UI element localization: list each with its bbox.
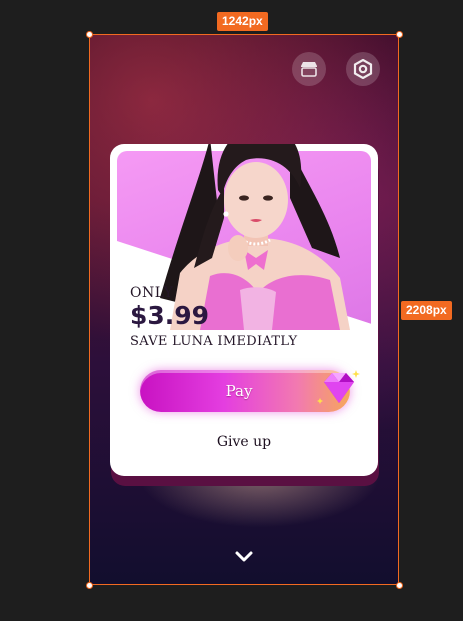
resize-handle-top-left[interactable] <box>86 31 93 38</box>
settings-button[interactable] <box>346 52 380 86</box>
price-label: $3.99 <box>130 301 210 330</box>
pay-button-label: Pay <box>225 382 253 400</box>
only-label: ONLY <box>130 285 174 301</box>
offer-description: SAVE LUNA IMEDIATLY <box>130 334 298 349</box>
settings-icon <box>353 59 373 79</box>
resize-handle-bottom-left[interactable] <box>86 582 93 589</box>
shop-button[interactable] <box>292 52 326 86</box>
shop-icon <box>301 62 317 77</box>
canvas-width-badge: 1242px <box>217 12 268 31</box>
resize-handle-bottom-right[interactable] <box>396 582 403 589</box>
give-up-button[interactable]: Give up <box>110 434 378 450</box>
offer-card: ONLY $3.99 SAVE LUNA IMEDIATLY Pay Give … <box>110 144 378 476</box>
chevron-down-icon[interactable] <box>232 549 256 565</box>
artboard-frame: ONLY $3.99 SAVE LUNA IMEDIATLY Pay Give … <box>89 34 399 585</box>
canvas-height-badge: 2208px <box>401 301 452 320</box>
gem-icon <box>317 370 360 404</box>
resize-handle-top-right[interactable] <box>396 31 403 38</box>
